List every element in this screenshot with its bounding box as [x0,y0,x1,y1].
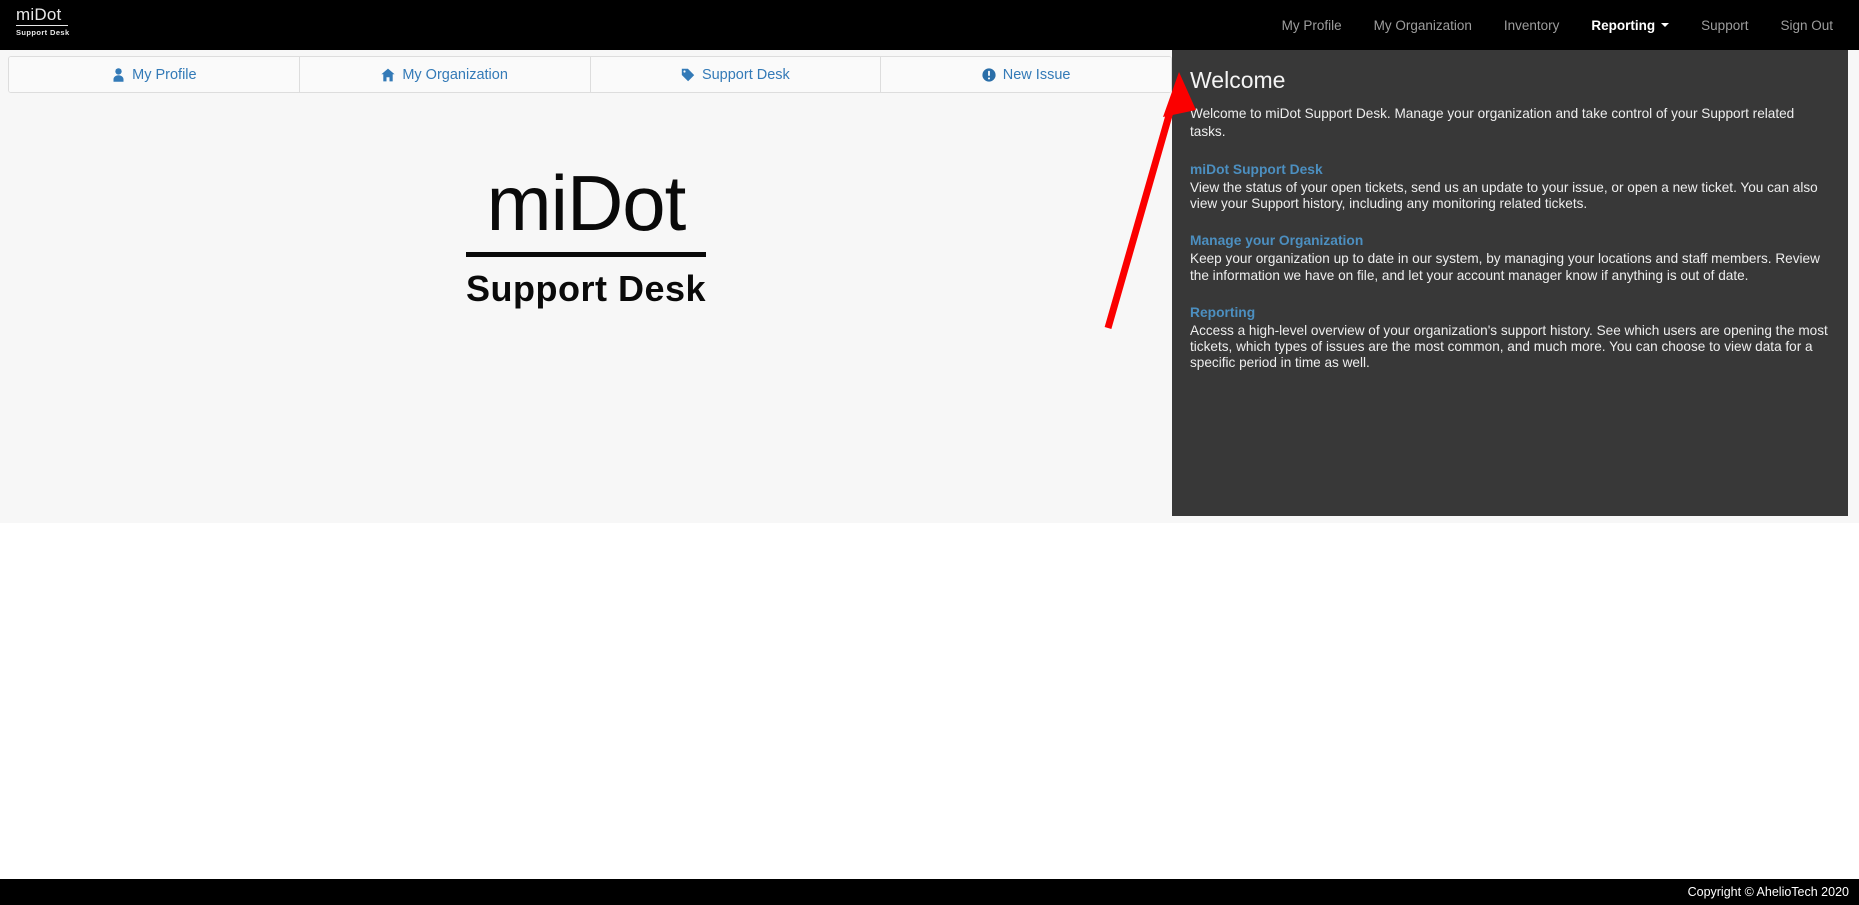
navbar-right-spacer [1849,25,1859,26]
tab-my-organization-label: My Organization [402,66,508,83]
app-root: miDot Support Desk My Profile My Organiz… [0,0,1859,905]
welcome-section-manage-organization: Manage your Organization Keep your organ… [1190,232,1830,283]
welcome-section-support-desk-body: View the status of your open tickets, se… [1190,180,1818,212]
tab-my-organization[interactable]: My Organization [299,57,591,92]
main-content: My Profile My Organization Support Desk … [0,50,1859,523]
welcome-section-reporting-body: Access a high-level overview of your org… [1190,322,1828,371]
welcome-section-manage-organization-title: Manage your Organization [1190,233,1364,249]
user-icon [111,67,125,82]
center-logo: miDot Support Desk [0,160,1172,311]
welcome-section-reporting: Reporting Access a high-level overview o… [1190,304,1830,372]
nav-link-my-profile[interactable]: My Profile [1266,0,1358,50]
welcome-section-support-desk-title: miDot Support Desk [1190,162,1323,177]
brand-logo-sub: Support Desk [16,28,70,37]
home-icon [381,67,395,82]
top-navbar: miDot Support Desk My Profile My Organiz… [0,0,1859,50]
brand-logo-main: miDot [16,5,68,26]
chevron-down-icon [1661,23,1670,27]
welcome-section-manage-organization-body: Keep your organization up to date in our… [1190,251,1820,283]
tab-support-desk[interactable]: Support Desk [590,57,882,92]
center-logo-main: miDot [465,160,707,257]
center-logo-inner: miDot Support Desk [465,160,707,311]
tab-new-issue[interactable]: New Issue [881,57,1171,92]
tab-support-desk-label: Support Desk [701,66,790,83]
footer: Copyright © AhelioTech 2020 [0,879,1859,905]
nav-link-my-organization[interactable]: My Organization [1358,0,1488,50]
brand-logo[interactable]: miDot Support Desk [16,5,136,38]
center-logo-sub: Support Desk [465,268,707,309]
nav-link-reporting[interactable]: Reporting [1575,0,1685,50]
tab-new-issue-label: New Issue [1002,66,1071,83]
nav-link-support[interactable]: Support [1685,0,1764,50]
nav-link-inventory[interactable]: Inventory [1488,0,1576,50]
welcome-section-reporting-title: Reporting [1190,304,1256,320]
nav-link-sign-out[interactable]: Sign Out [1764,0,1849,50]
footer-copyright: Copyright © AhelioTech 2020 [1687,885,1849,899]
navbar-links: My Profile My Organization Inventory Rep… [1266,0,1859,50]
welcome-panel: Welcome Welcome to miDot Support Desk. M… [1172,50,1848,516]
welcome-panel-lead: Welcome to miDot Support Desk. Manage yo… [1190,106,1795,139]
nav-link-reporting-label: Reporting [1591,17,1656,33]
welcome-section-support-desk: miDot Support Desk View the status of yo… [1190,161,1830,212]
tab-my-profile-label: My Profile [132,66,197,83]
tab-strip: My Profile My Organization Support Desk … [8,56,1172,93]
tab-my-profile[interactable]: My Profile [9,57,300,92]
welcome-panel-title: Welcome [1190,67,1286,93]
tag-icon [681,67,695,82]
exclamation-circle-icon [982,67,996,82]
